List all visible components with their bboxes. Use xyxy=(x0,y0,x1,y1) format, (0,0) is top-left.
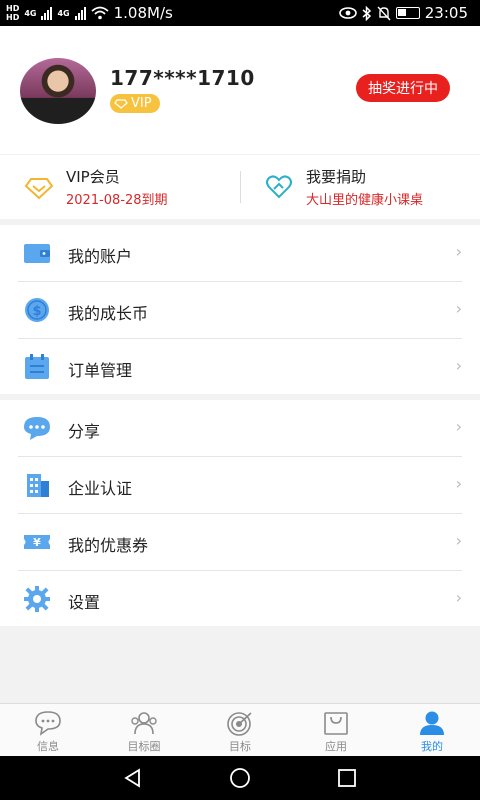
target-icon xyxy=(227,712,252,736)
vip-membership[interactable]: VIP会员 2021-08-28到期 xyxy=(0,155,240,219)
recents-icon[interactable] xyxy=(336,767,358,789)
tab-messages[interactable]: 信息 xyxy=(0,704,96,756)
network-indicator: HD HD xyxy=(6,4,20,22)
divider xyxy=(240,171,241,203)
chevron-right-icon: › xyxy=(455,474,462,493)
user-phone: 177****1710 xyxy=(110,66,255,90)
share-chat-icon xyxy=(24,417,50,440)
eye-icon xyxy=(338,7,357,19)
menu-item-orders[interactable]: 订单管理 › xyxy=(18,339,462,396)
menu-item-share[interactable]: 分享 › xyxy=(18,400,462,457)
user-icon xyxy=(420,711,444,735)
tab-mine[interactable]: 我的 xyxy=(384,704,480,756)
gear-icon xyxy=(24,586,50,612)
tab-goal-circle[interactable]: 目标圈 xyxy=(96,704,192,756)
chevron-right-icon: › xyxy=(455,242,462,261)
chat-icon xyxy=(35,711,61,736)
menu-item-growth-coin[interactable]: $ 我的成长币 › xyxy=(18,282,462,339)
profile-header: 177****1710 VIP 抽奖进行中 xyxy=(0,26,480,154)
vip-badge: VIP xyxy=(110,94,160,113)
svg-text:¥: ¥ xyxy=(33,536,41,549)
signal-icon xyxy=(74,6,86,20)
heart-hand-icon xyxy=(266,175,292,199)
back-icon[interactable] xyxy=(122,767,144,789)
svg-text:$: $ xyxy=(32,304,41,319)
order-icon xyxy=(25,354,49,379)
wallet-icon xyxy=(24,244,50,263)
coin-icon: $ xyxy=(25,298,49,322)
menu-item-enterprise-cert[interactable]: 企业认证 › xyxy=(18,457,462,514)
tab-apps[interactable]: 应用 xyxy=(288,704,384,756)
bottom-tab-bar: 信息 目标圈 目标 应用 我的 xyxy=(0,703,480,756)
diamond-icon xyxy=(114,98,128,109)
wifi-icon xyxy=(91,6,109,20)
avatar[interactable] xyxy=(20,58,96,124)
signal-icon xyxy=(41,6,53,20)
network-type-1: 4G xyxy=(24,8,37,18)
clock: 23:05 xyxy=(424,4,468,22)
building-icon xyxy=(27,474,49,497)
menu-item-coupons[interactable]: ¥ 我的优惠券 › xyxy=(18,514,462,571)
coupon-icon: ¥ xyxy=(24,535,50,549)
menu-group-settings: 分享 › 企业认证 › ¥ 我的优惠券 › 设置 › xyxy=(0,400,480,626)
menu-group-account: 我的账户 › $ 我的成长币 › 订单管理 › xyxy=(0,225,480,394)
bag-icon xyxy=(324,712,348,735)
network-type-2: 4G xyxy=(57,8,70,18)
menu-item-settings[interactable]: 设置 › xyxy=(18,571,462,628)
menu-item-account[interactable]: 我的账户 › xyxy=(18,225,462,282)
chevron-right-icon: › xyxy=(455,531,462,550)
chevron-right-icon: › xyxy=(455,299,462,318)
diamond-icon xyxy=(24,178,54,200)
group-icon xyxy=(131,712,157,735)
donate[interactable]: 我要捐助 大山里的健康小课桌 xyxy=(240,155,480,219)
system-navigation-bar xyxy=(0,756,480,800)
lottery-button[interactable]: 抽奖进行中 xyxy=(356,74,450,102)
chevron-right-icon: › xyxy=(455,417,462,436)
chevron-right-icon: › xyxy=(455,356,462,375)
chevron-right-icon: › xyxy=(455,588,462,607)
mute-icon xyxy=(377,6,391,20)
home-icon[interactable] xyxy=(229,767,251,789)
battery-icon xyxy=(395,7,420,19)
network-speed: 1.08M/s xyxy=(113,4,173,22)
bluetooth-icon xyxy=(362,5,371,21)
tab-goals[interactable]: 目标 xyxy=(192,704,288,756)
status-bar: HD HD 4G 4G 1.08M/s 23:05 xyxy=(0,0,480,26)
